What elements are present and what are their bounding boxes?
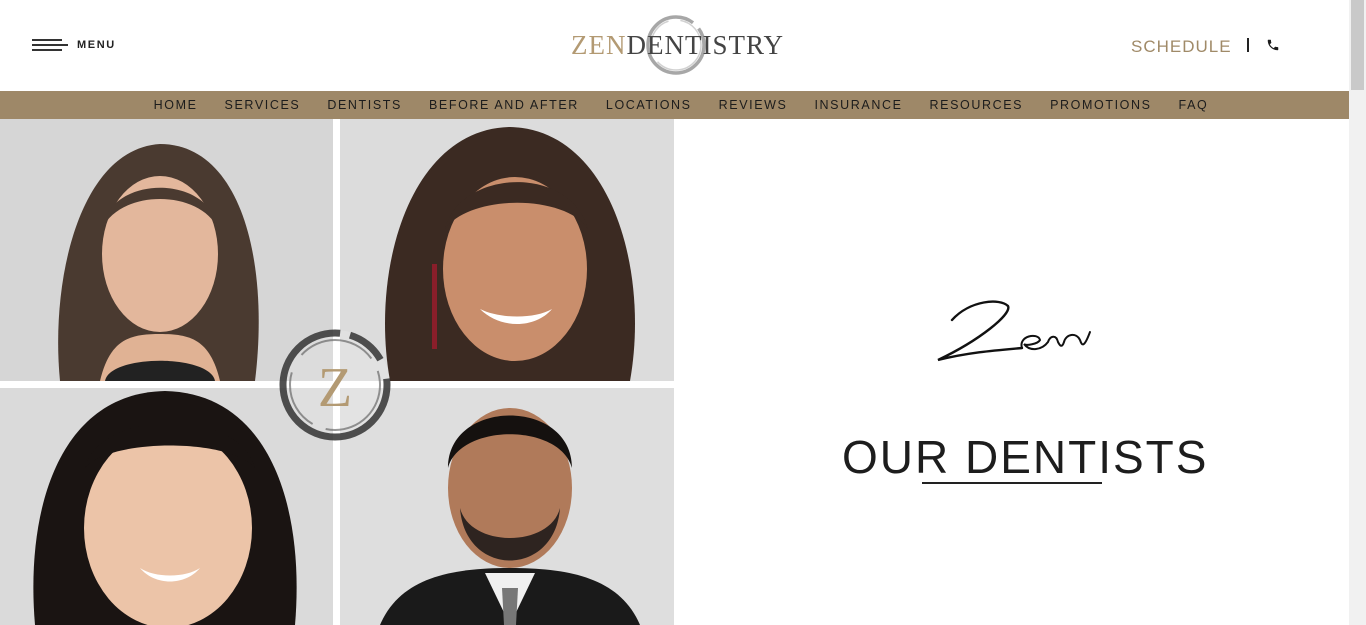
nav-item-reviews[interactable]: REVIEWS	[719, 98, 788, 112]
logo-wordmark: ZENDENTISTRY	[571, 30, 784, 61]
site-logo[interactable]: ZENDENTISTRY	[571, 12, 784, 78]
menu-button[interactable]: MENU	[32, 37, 116, 53]
hamburger-icon[interactable]	[32, 37, 68, 53]
logo-zen-text: ZEN	[571, 30, 627, 60]
nav-item-before-and-after[interactable]: BEFORE AND AFTER	[429, 98, 579, 112]
title-underline	[922, 482, 1102, 484]
scrollbar-track[interactable]	[1349, 0, 1366, 625]
nav-item-faq[interactable]: FAQ	[1179, 98, 1209, 112]
logo-dentistry-text: DENTISTRY	[626, 30, 784, 60]
nav-list: HOME SERVICES DENTISTS BEFORE AND AFTER …	[0, 91, 1366, 119]
nav-item-dentists[interactable]: DENTISTS	[327, 98, 402, 112]
nav-item-resources[interactable]: RESOURCES	[930, 98, 1024, 112]
z-badge-letter: Z	[318, 357, 352, 419]
nav-item-promotions[interactable]: PROMOTIONS	[1050, 98, 1151, 112]
z-logo-badge-icon: Z	[279, 329, 391, 441]
dentist-photo-grid: Z	[0, 119, 674, 625]
scrollbar-thumb[interactable]	[1351, 0, 1364, 90]
page-title: OUR DENTISTS	[842, 431, 1209, 483]
zen-script-signature	[937, 300, 1091, 362]
nav-item-locations[interactable]: LOCATIONS	[606, 98, 692, 112]
nav-item-home[interactable]: HOME	[154, 98, 198, 112]
nav-item-services[interactable]: SERVICES	[225, 98, 301, 112]
header-divider	[1247, 38, 1249, 52]
site-header: MENU ZENDENTISTRY SCHEDULE	[0, 0, 1349, 91]
phone-icon[interactable]	[1266, 38, 1280, 52]
main-nav: HOME SERVICES DENTISTS BEFORE AND AFTER …	[0, 91, 1366, 119]
menu-label: MENU	[77, 39, 116, 51]
page: MENU ZENDENTISTRY SCHEDULE HOME SERVICES…	[0, 0, 1366, 625]
nav-item-insurance[interactable]: INSURANCE	[814, 98, 902, 112]
schedule-link[interactable]: SCHEDULE	[1131, 37, 1232, 57]
